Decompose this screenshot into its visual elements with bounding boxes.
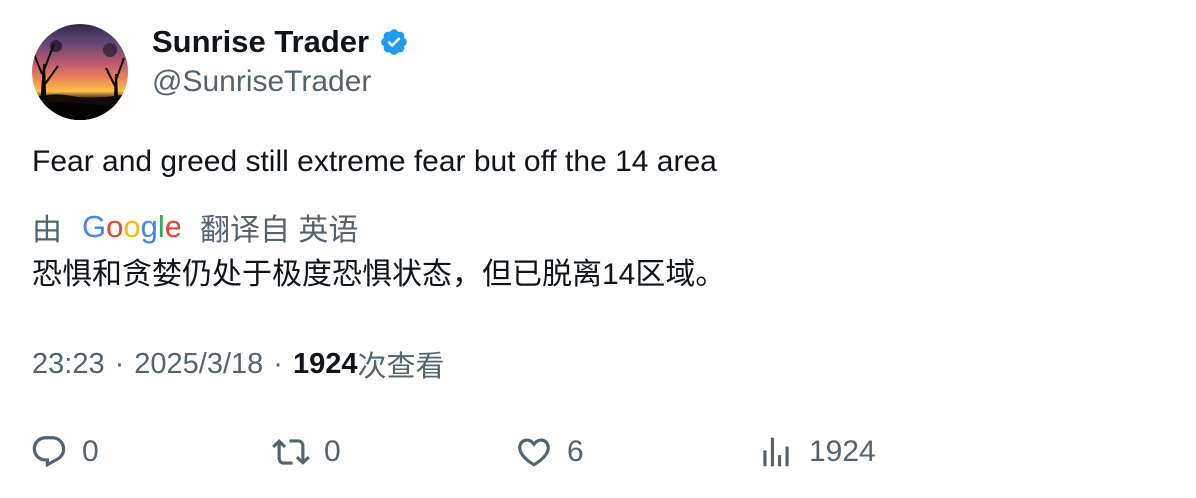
translation-attribution[interactable]: 由 Google 翻译自 英语 bbox=[32, 206, 358, 248]
views-action-count: 1924 bbox=[809, 435, 876, 468]
repost-button[interactable]: 0 bbox=[272, 428, 341, 476]
views-count: 1924 bbox=[292, 347, 358, 380]
sunset-landscape-image bbox=[32, 40, 128, 120]
tweet-date[interactable]: 2025/3/18 bbox=[134, 348, 263, 381]
author-handle[interactable]: @SunriseTrader bbox=[152, 64, 371, 100]
heart-icon bbox=[518, 438, 550, 467]
translation-suffix: 翻译自 英语 bbox=[200, 214, 359, 247]
tweet-time[interactable]: 23:23 bbox=[32, 348, 105, 381]
views-label: 次查看 bbox=[357, 351, 445, 383]
like-count: 6 bbox=[567, 435, 584, 468]
translated-text: 恐惧和贪婪仍处于极度恐惧状态，但已脱离14区域。 bbox=[32, 258, 726, 291]
reply-count: 0 bbox=[82, 435, 99, 468]
tweet-meta: 23:23 · 2025/3/18 · 1924 次查看 bbox=[32, 344, 444, 384]
translation-prefix: 由 bbox=[32, 214, 62, 247]
like-button[interactable]: 6 bbox=[515, 428, 584, 476]
svg-text:Google: Google bbox=[82, 209, 180, 244]
analytics-icon bbox=[763, 437, 789, 467]
verified-badge-icon[interactable] bbox=[379, 27, 409, 57]
action-bar: 0 0 6 1924 bbox=[0, 428, 1196, 478]
author-name-row: Sunrise Trader bbox=[152, 24, 409, 60]
meta-separator: · bbox=[114, 347, 125, 380]
tweet-text: Fear and greed still extreme fear but of… bbox=[32, 145, 717, 178]
repost-count: 0 bbox=[324, 435, 341, 468]
repost-icon bbox=[272, 439, 310, 465]
avatar[interactable] bbox=[32, 24, 128, 120]
views-button[interactable]: 1924 bbox=[757, 428, 876, 476]
meta-separator: · bbox=[273, 347, 283, 380]
reply-icon bbox=[32, 436, 66, 468]
reply-button[interactable]: 0 bbox=[30, 428, 99, 476]
google-logo: Google bbox=[82, 209, 180, 244]
author-display-name[interactable]: Sunrise Trader bbox=[152, 24, 369, 60]
